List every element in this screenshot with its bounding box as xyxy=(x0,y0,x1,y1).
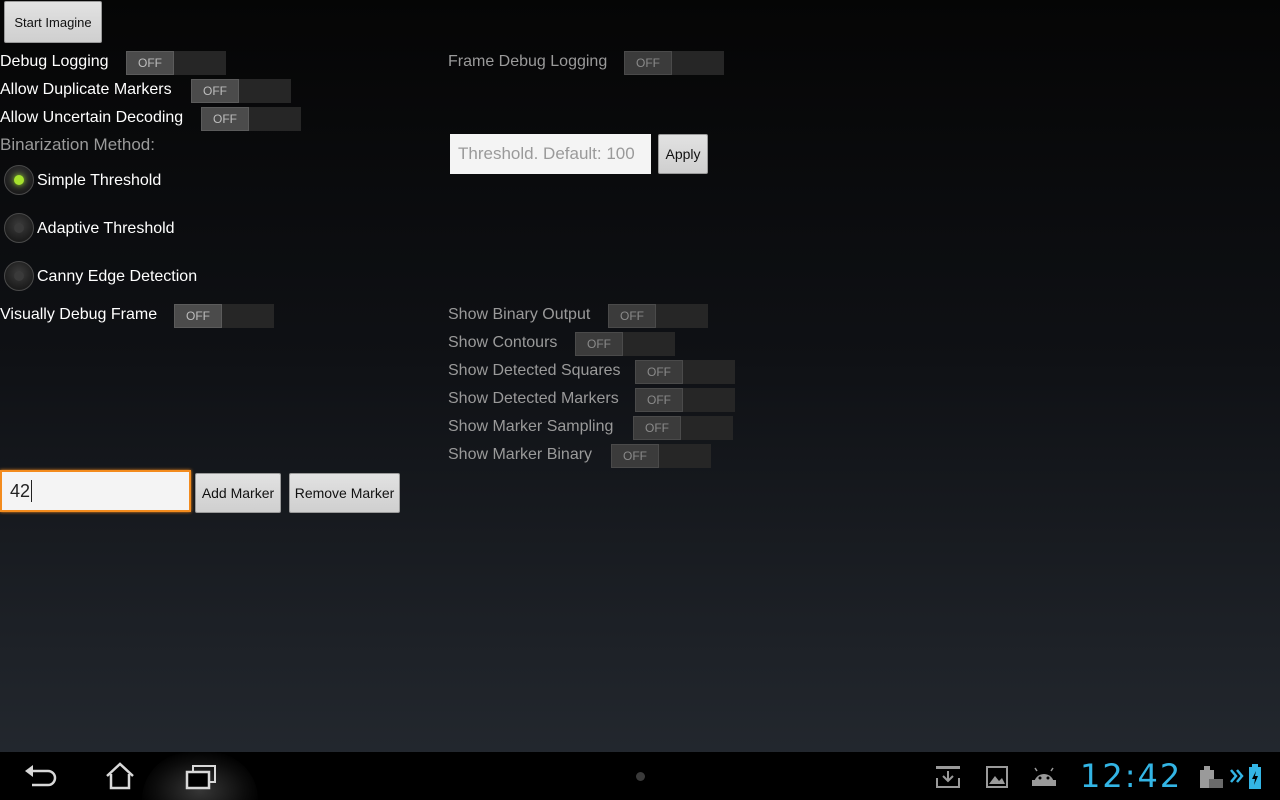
adaptive-threshold-label[interactable]: Adaptive Threshold xyxy=(37,219,175,239)
simple-threshold-label[interactable]: Simple Threshold xyxy=(37,171,161,191)
frame-debug-logging-toggle-state: OFF xyxy=(624,51,672,75)
allow-duplicate-markers-toggle[interactable]: OFF xyxy=(191,79,291,103)
canny-edge-detection-label[interactable]: Canny Edge Detection xyxy=(37,267,197,287)
recent-apps-icon[interactable] xyxy=(184,763,218,791)
show-marker-binary-toggle[interactable]: OFF xyxy=(611,444,711,468)
keyboard-icon[interactable] xyxy=(1198,764,1224,790)
gallery-icon[interactable] xyxy=(985,765,1009,789)
page-indicator-dot xyxy=(636,772,645,781)
show-marker-sampling-toggle[interactable]: OFF xyxy=(633,416,733,440)
debug-logging-toggle-state: OFF xyxy=(126,51,174,75)
allow-uncertain-decoding-label: Allow Uncertain Decoding xyxy=(0,109,184,126)
chevron-icon[interactable] xyxy=(1229,766,1245,786)
show-marker-binary-label: Show Marker Binary xyxy=(448,446,593,463)
visually-debug-frame-label: Visually Debug Frame xyxy=(0,306,158,323)
marker-id-value: 42 xyxy=(10,480,31,501)
show-binary-output-toggle[interactable]: OFF xyxy=(608,304,708,328)
system-navigation-bar: 12:42 xyxy=(0,752,1280,800)
show-contours-toggle[interactable]: OFF xyxy=(575,332,675,356)
remove-marker-button[interactable]: Remove Marker xyxy=(289,473,400,513)
canny-edge-detection-radio[interactable] xyxy=(4,261,34,291)
back-icon[interactable] xyxy=(22,762,58,792)
binarization-method-label: Binarization Method: xyxy=(0,135,155,154)
debug-logging-toggle[interactable]: OFF xyxy=(126,51,226,75)
allow-uncertain-decoding-toggle[interactable]: OFF xyxy=(201,107,301,131)
show-contours-label: Show Contours xyxy=(448,334,558,351)
show-binary-output-toggle-state: OFF xyxy=(608,304,656,328)
show-detected-markers-toggle-state: OFF xyxy=(635,388,683,412)
text-cursor xyxy=(31,480,33,502)
simple-threshold-radio[interactable] xyxy=(4,165,34,195)
add-marker-button[interactable]: Add Marker xyxy=(195,473,281,513)
download-icon[interactable] xyxy=(934,764,962,790)
show-detected-squares-label: Show Detected Squares xyxy=(448,362,621,379)
apply-button[interactable]: Apply xyxy=(658,134,708,174)
adaptive-threshold-radio[interactable] xyxy=(4,213,34,243)
home-icon[interactable] xyxy=(104,761,136,791)
radio-dot-icon xyxy=(14,271,24,281)
visually-debug-frame-toggle[interactable]: OFF xyxy=(174,304,274,328)
show-detected-markers-toggle[interactable]: OFF xyxy=(635,388,735,412)
show-detected-markers-label: Show Detected Markers xyxy=(448,390,619,407)
clock-time[interactable]: 12:42 xyxy=(1080,757,1182,795)
allow-uncertain-decoding-toggle-state: OFF xyxy=(201,107,249,131)
allow-duplicate-markers-label: Allow Duplicate Markers xyxy=(0,81,172,98)
debug-logging-label: Debug Logging xyxy=(0,53,109,70)
threshold-input[interactable]: Threshold. Default: 100 xyxy=(450,134,651,174)
visually-debug-frame-toggle-state: OFF xyxy=(174,304,222,328)
start-imagine-button[interactable]: Start Imagine xyxy=(4,1,102,43)
radio-dot-icon xyxy=(14,223,24,233)
show-detected-squares-toggle-state: OFF xyxy=(635,360,683,384)
show-marker-binary-toggle-state: OFF xyxy=(611,444,659,468)
frame-debug-logging-label: Frame Debug Logging xyxy=(448,53,608,70)
show-contours-toggle-state: OFF xyxy=(575,332,623,356)
allow-duplicate-markers-toggle-state: OFF xyxy=(191,79,239,103)
show-marker-sampling-label: Show Marker Sampling xyxy=(448,418,614,435)
show-marker-sampling-toggle-state: OFF xyxy=(633,416,681,440)
show-detected-squares-toggle[interactable]: OFF xyxy=(635,360,735,384)
show-binary-output-label: Show Binary Output xyxy=(448,306,591,323)
frame-debug-logging-toggle[interactable]: OFF xyxy=(624,51,724,75)
android-icon[interactable] xyxy=(1031,766,1057,786)
battery-icon xyxy=(1249,764,1261,789)
marker-id-input[interactable]: 42 xyxy=(0,470,191,512)
radio-dot-icon xyxy=(14,175,24,185)
